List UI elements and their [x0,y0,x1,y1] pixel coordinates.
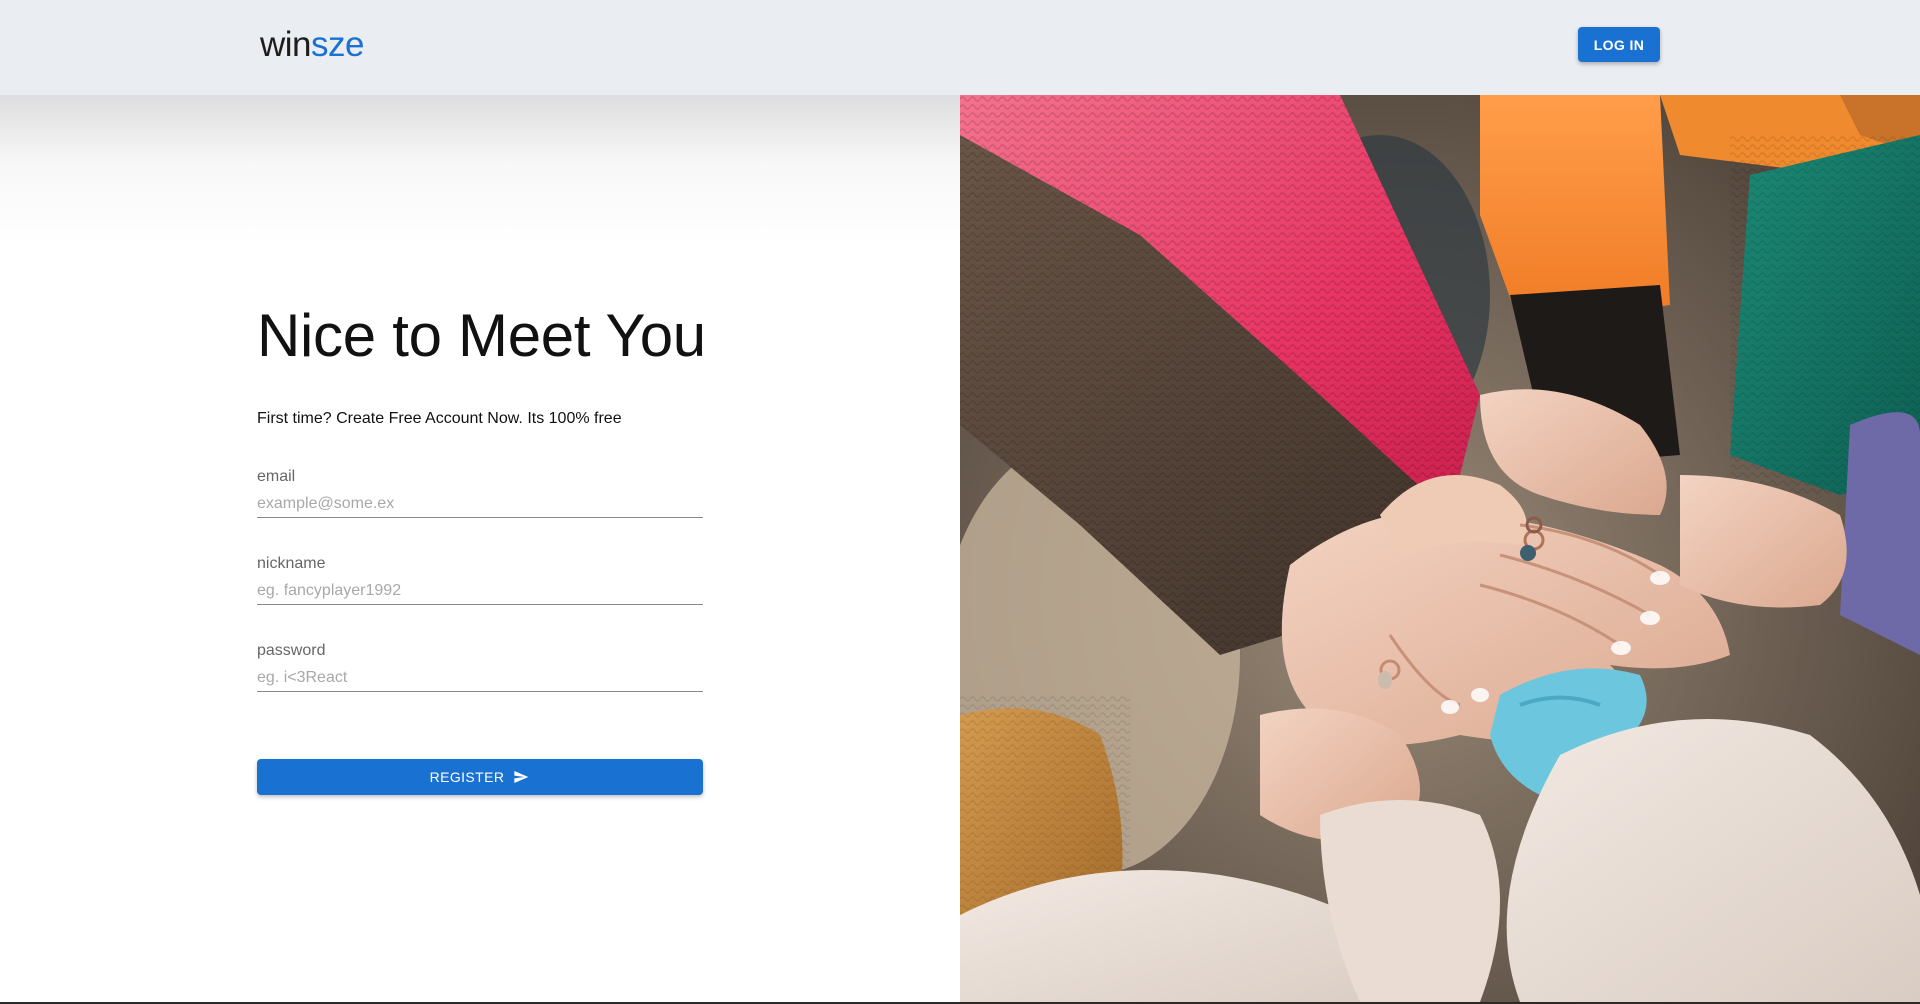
password-input[interactable] [257,667,703,689]
email-field: email [257,468,703,518]
page-title: Nice to Meet You [257,302,706,369]
nickname-field: nickname [257,555,703,605]
hands-together-photo [960,95,1920,1002]
login-button[interactable]: LOG IN [1578,27,1660,62]
nickname-input[interactable] [257,580,703,602]
send-icon [514,771,529,783]
register-panel: Nice to Meet You First time? Create Free… [0,95,960,1002]
logo-text-sze: sze [311,25,364,64]
register-button[interactable]: REGISTER [257,759,703,795]
password-field: password [257,642,703,692]
hero-photo [960,95,1920,1002]
logo-text-win: win [260,25,312,64]
password-label: password [257,642,326,659]
logo[interactable]: winsze [260,24,364,66]
email-label: email [257,468,296,485]
header-shadow [0,95,960,245]
nickname-label: nickname [257,555,326,572]
top-app-bar: winsze LOG IN [0,0,1920,95]
register-button-label: REGISTER [429,769,505,785]
email-input[interactable] [257,493,703,515]
page-subtitle: First time? Create Free Account Now. Its… [257,410,622,427]
